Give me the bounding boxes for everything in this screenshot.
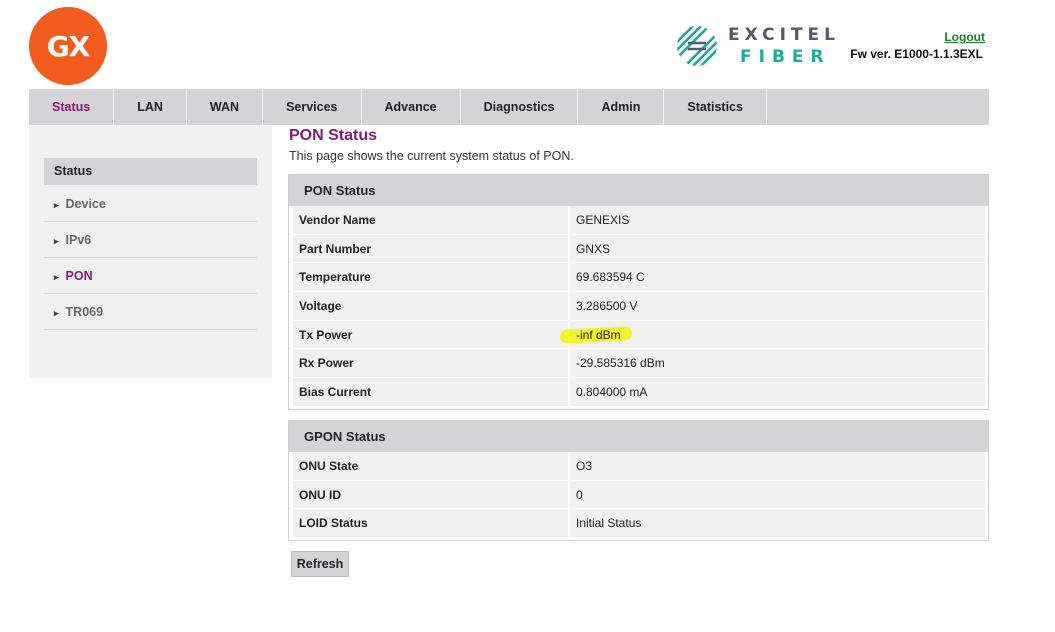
sidebar-item-device[interactable]: ▸ Device — [44, 186, 257, 222]
brand-line-2: FIBER — [740, 47, 831, 67]
sidebar-item-label: IPv6 — [65, 233, 92, 247]
row-key: ONU State — [293, 452, 570, 480]
sidebar-item-label: PON — [65, 269, 93, 283]
nav-diagnostics[interactable]: Diagnostics — [461, 89, 579, 125]
row-value: Initial Status — [570, 509, 985, 538]
row-value: -29.585316 dBm — [570, 349, 985, 378]
nav-admin[interactable]: Admin — [578, 89, 665, 125]
chevron-right-icon: ▸ — [54, 236, 59, 246]
row-key: Bias Current — [293, 378, 570, 406]
tx-power-value: -inf dBm — [576, 327, 621, 342]
chevron-right-icon: ▸ — [54, 308, 59, 318]
firmware-version: Fw ver. E1000-1.1.3EXL — [850, 47, 983, 61]
sidebar-item-pon[interactable]: ▸ PON — [44, 258, 257, 294]
row-key: Tx Power — [293, 320, 570, 349]
panel-heading: GPON Status — [289, 421, 988, 452]
sidebar-item-tr069[interactable]: ▸ TR069 — [44, 294, 257, 330]
table-row: Rx Power -29.585316 dBm — [293, 349, 985, 379]
excitel-fiber-logo-icon — [677, 26, 717, 66]
table-row: Voltage 3.286500 V — [293, 292, 985, 321]
row-key: Rx Power — [293, 349, 570, 378]
sidebar-heading: Status — [44, 158, 257, 185]
main-nav: Status LAN WAN Services Advance Diagnost… — [29, 89, 989, 125]
nav-statistics[interactable]: Statistics — [664, 89, 767, 125]
row-key: LOID Status — [293, 509, 570, 538]
chevron-right-icon: ▸ — [54, 272, 59, 282]
table-row: ONU ID 0 — [293, 480, 985, 510]
table-row: Tx Power -inf dBm — [293, 320, 985, 350]
gx-logo: GX — [29, 7, 107, 85]
table-row: Part Number GNXS — [293, 234, 985, 264]
chevron-right-icon: ▸ — [54, 200, 59, 210]
page-description: This page shows the current system statu… — [289, 149, 574, 163]
gpon-status-table: ONU State O3 ONU ID 0 LOID Status Initia… — [289, 452, 988, 540]
row-value: 0 — [570, 480, 985, 509]
gx-logo-text: GX — [46, 29, 91, 63]
pon-status-panel: PON Status Vendor Name GENEXIS Part Numb… — [288, 174, 989, 410]
excitel-fiber-brand: EXCITEL FIBER — [676, 24, 840, 68]
table-row: LOID Status Initial Status — [293, 509, 985, 539]
logout-link[interactable]: Logout — [944, 30, 985, 44]
nav-lan[interactable]: LAN — [114, 89, 187, 125]
gpon-status-panel: GPON Status ONU State O3 ONU ID 0 LOID S… — [288, 420, 989, 542]
table-row: Bias Current 0.804000 mA — [293, 378, 985, 407]
brand-text: EXCITEL FIBER — [728, 24, 840, 68]
sidebar: Status ▸ Device ▸ IPv6 ▸ PON ▸ TR069 — [29, 125, 272, 378]
sidebar-item-label: TR069 — [65, 305, 104, 319]
pon-status-table: Vendor Name GENEXIS Part Number GNXS Tem… — [289, 206, 988, 409]
page-title: PON Status — [289, 127, 378, 144]
nav-wan[interactable]: WAN — [187, 89, 264, 125]
row-key: Temperature — [293, 263, 570, 292]
row-value: GNXS — [570, 234, 985, 263]
row-value: GENEXIS — [570, 206, 985, 234]
table-row: Vendor Name GENEXIS — [293, 206, 985, 235]
sidebar-item-label: Device — [65, 197, 106, 211]
nav-services[interactable]: Services — [263, 89, 362, 125]
panel-heading: PON Status — [289, 175, 988, 206]
row-value: 69.683594 C — [570, 263, 985, 292]
table-row: Temperature 69.683594 C — [293, 263, 985, 293]
row-value: 0.804000 mA — [570, 378, 985, 406]
nav-status[interactable]: Status — [29, 89, 115, 125]
row-key: Part Number — [293, 234, 570, 263]
sidebar-item-ipv6[interactable]: ▸ IPv6 — [44, 222, 257, 258]
row-key: ONU ID — [293, 480, 570, 509]
row-value: 3.286500 V — [570, 292, 985, 320]
row-key: Voltage — [293, 292, 570, 320]
row-key: Vendor Name — [293, 206, 570, 234]
row-value: O3 — [570, 452, 985, 480]
nav-advance[interactable]: Advance — [362, 89, 461, 125]
row-value-highlighted: -inf dBm — [559, 320, 985, 349]
table-row: ONU State O3 — [293, 452, 985, 481]
brand-line-1: EXCITEL — [728, 25, 840, 45]
refresh-button[interactable]: Refresh — [291, 551, 349, 577]
